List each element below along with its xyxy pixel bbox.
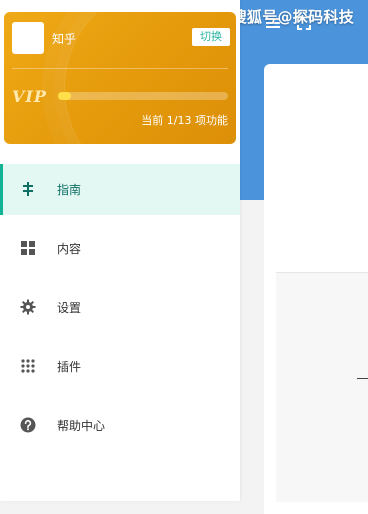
gear-icon — [20, 299, 36, 315]
progress-text: 当前 1/13 项功能 — [141, 114, 228, 127]
dots-grid-icon — [21, 359, 35, 373]
content-panel — [276, 272, 368, 502]
help-circle-icon — [20, 417, 36, 433]
divider-mark — [357, 378, 368, 379]
sidebar-item-help[interactable]: 帮助中心 — [0, 400, 240, 451]
sidebar-item-content[interactable]: 内容 — [0, 223, 240, 274]
signpost-icon — [23, 182, 33, 196]
sidebar-item-label: 指南 — [57, 183, 82, 197]
sidebar-item-label: 内容 — [57, 242, 82, 256]
card-divider — [12, 68, 228, 69]
switch-button[interactable]: 切换 — [192, 28, 230, 46]
sidebar-item-label: 设置 — [57, 301, 82, 315]
sidebar-item-label: 帮助中心 — [57, 419, 106, 433]
watermark: 搜狐号@探码科技 — [231, 8, 354, 26]
sidebar-item-plugins[interactable]: 插件 — [0, 341, 240, 392]
sidebar-item-guide[interactable]: 指南 — [0, 164, 240, 215]
vip-logo: VIP — [12, 87, 47, 106]
sidebar: 知乎 切换 VIP 当前 1/13 项功能 指南 内容 设置 插件 帮助中心 — [0, 0, 240, 501]
grid-icon — [21, 241, 35, 255]
vip-card: 知乎 切换 VIP 当前 1/13 项功能 — [4, 12, 236, 144]
feature-progress-fill — [58, 92, 72, 100]
feature-progress-bar — [58, 92, 228, 100]
account-name: 知乎 — [52, 32, 77, 46]
sidebar-item-label: 插件 — [57, 360, 82, 374]
avatar — [12, 22, 44, 54]
sidebar-menu: 指南 内容 设置 插件 帮助中心 — [0, 164, 240, 459]
sidebar-item-settings[interactable]: 设置 — [0, 282, 240, 333]
